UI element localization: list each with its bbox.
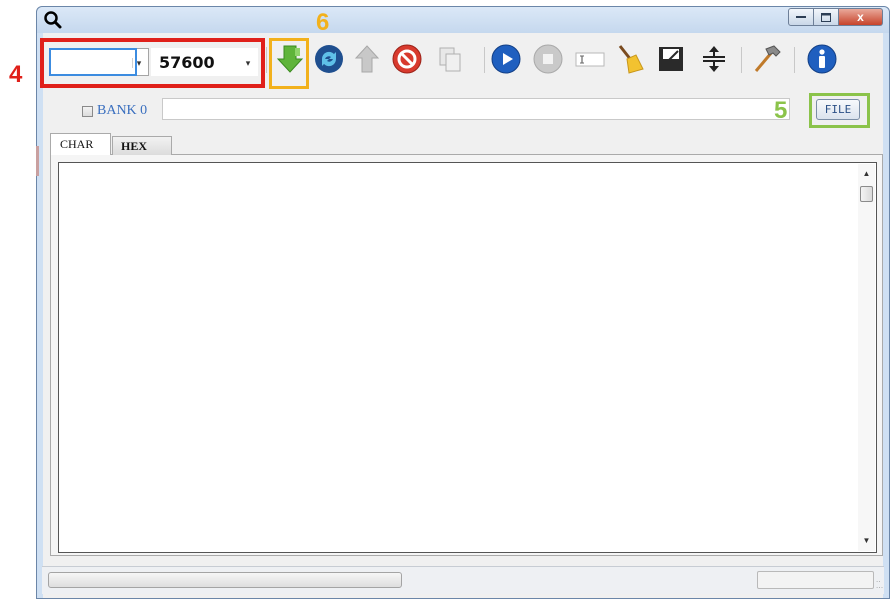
resize-grip-icon[interactable]: . .. . . [876,576,888,590]
annotation-number-4: 4 [9,61,23,88]
info-icon[interactable] [806,43,838,75]
terminal-text-area[interactable]: ▲ ▼ [58,162,877,553]
stop-sign-icon[interactable] [391,43,423,75]
hammer-icon[interactable] [750,43,782,75]
window-edge-artifact [36,146,39,176]
vertical-scrollbar[interactable]: ▲ ▼ [858,164,875,551]
tab-char[interactable]: CHAR [50,133,111,155]
play-icon[interactable] [490,43,522,75]
caption-buttons: x [788,8,883,26]
scroll-thumb[interactable] [860,186,873,202]
stop-icon[interactable] [532,43,564,75]
search-icon [44,11,62,29]
tab-hex[interactable]: HEX [112,136,172,155]
scroll-up-arrow-icon[interactable]: ▲ [858,166,875,182]
upload-arrow-icon[interactable] [351,43,383,75]
broom-icon[interactable] [614,43,646,75]
bank-checkbox[interactable] [82,106,93,117]
toolbar-separator [794,47,795,73]
status-field [757,571,874,589]
annotation-number-5: 5 [774,97,788,124]
maximize-icon [821,12,831,22]
toolbar-separator [266,47,267,73]
bank-label: BANK 0 [97,103,148,118]
resize-vertical-icon[interactable] [698,43,730,75]
scroll-down-arrow-icon[interactable]: ▼ [858,533,875,549]
save-disk-icon[interactable] [655,43,687,75]
annotation-box-6 [269,38,309,89]
status-progress-bar [48,572,402,588]
file-path-field[interactable] [162,98,790,120]
annotation-number-6: 6 [316,9,330,36]
minimize-icon [796,16,806,18]
close-button[interactable]: x [839,8,883,26]
refresh-icon[interactable] [313,43,345,75]
text-field-icon[interactable] [574,43,606,75]
copy-icon[interactable] [434,43,466,75]
maximize-button[interactable] [814,8,839,26]
annotation-box-5 [809,93,870,128]
minimize-button[interactable] [788,8,814,26]
toolbar-separator [484,47,485,73]
title-bar[interactable]: x [37,7,889,33]
close-icon: x [857,10,864,24]
annotation-box-4 [40,38,265,88]
toolbar-separator [741,47,742,73]
